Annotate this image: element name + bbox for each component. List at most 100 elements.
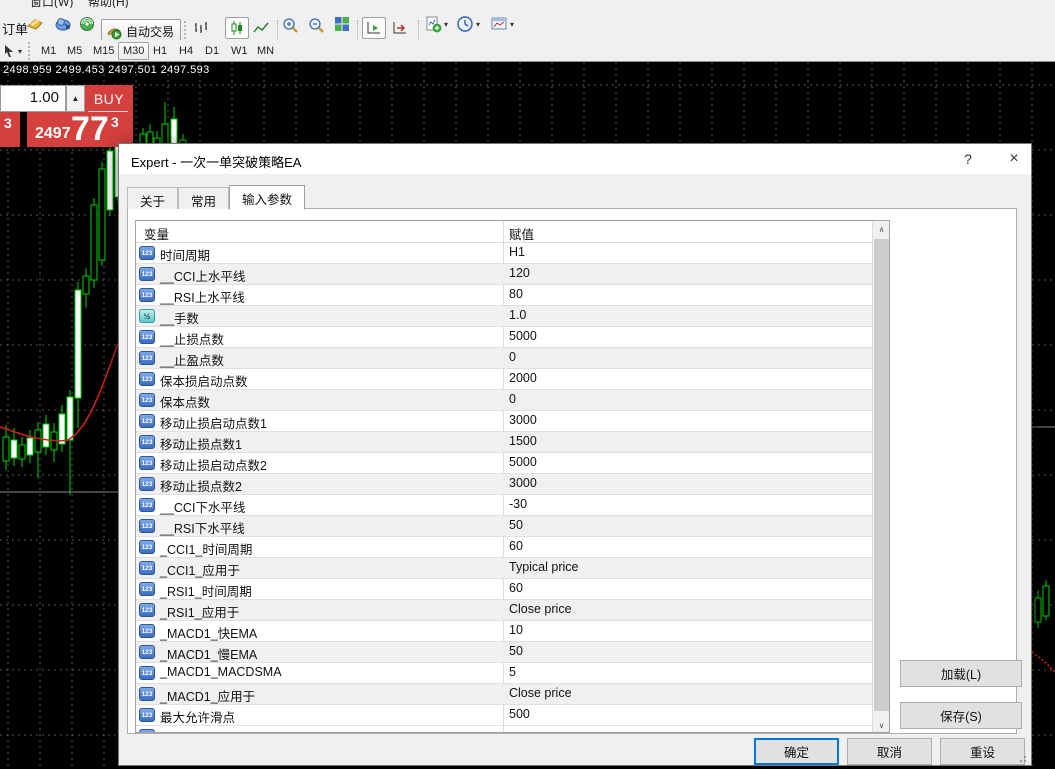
tab-common[interactable]: 常用 <box>178 187 230 209</box>
indicators-caret: ▾ <box>444 19 449 29</box>
deposit-icon[interactable] <box>26 15 44 33</box>
timeframe-d1[interactable]: D1 <box>200 42 224 60</box>
sell-price-fragment[interactable]: 3 <box>0 112 20 147</box>
parameter-value[interactable]: 10 <box>509 623 523 637</box>
table-row[interactable]: 123 最大允许滑点 500 <box>136 705 874 726</box>
timeframe-m1[interactable]: M1 <box>36 42 61 60</box>
table-row[interactable]: 123 __CCI下水平线 -30 <box>136 495 874 516</box>
parameter-value[interactable]: 0 <box>509 350 516 364</box>
table-row[interactable]: 123 _MACD1_慢EMA 50 <box>136 642 874 663</box>
timeframe-w1[interactable]: W1 <box>226 42 253 60</box>
tab-inputs[interactable]: 输入参数 <box>229 185 306 210</box>
timeframe-m5[interactable]: M5 <box>62 42 87 60</box>
parameter-value[interactable]: -30 <box>509 497 527 511</box>
parameter-value[interactable]: 60 <box>509 539 523 553</box>
parameter-value[interactable]: 0 <box>509 392 516 406</box>
auto-scroll-icon[interactable] <box>362 17 386 39</box>
parameter-value[interactable]: 50 <box>509 644 523 658</box>
parameter-value[interactable]: 80 <box>509 287 523 301</box>
table-row[interactable]: 123 移动止损点数2 3000 <box>136 474 874 495</box>
table-row[interactable]: 123 时间周期 H1 <box>136 243 874 264</box>
table-row[interactable]: 123 __RSI下水平线 50 <box>136 516 874 537</box>
parameter-value[interactable]: 60 <box>509 581 523 595</box>
save-button[interactable]: 保存(S) <box>900 702 1022 729</box>
parameter-value[interactable]: Close price <box>509 602 572 616</box>
periods-icon[interactable]: ▾ <box>456 15 480 33</box>
parameter-value[interactable]: 5 <box>509 665 516 679</box>
parameter-value[interactable]: 2000 <box>509 371 537 385</box>
parameter-value[interactable]: H1 <box>509 245 525 259</box>
table-row[interactable]: 123 移动止损启动点数2 5000 <box>136 453 874 474</box>
new-order-button[interactable]: 订单 <box>2 16 28 40</box>
table-row[interactable]: 123 _MACD1_应用于 Close price <box>136 684 874 705</box>
scrollbar-down-icon[interactable]: ∨ <box>873 717 889 732</box>
parameter-name: __CCI上水平线 <box>160 270 246 284</box>
candle-chart-icon[interactable] <box>225 17 249 39</box>
parameter-value[interactable]: 5000 <box>509 329 537 343</box>
lot-size-input[interactable]: 1.00 <box>0 85 66 112</box>
load-button[interactable]: 加载(L) <box>900 660 1022 687</box>
table-row[interactable]: 123 移动止损点数1 1500 <box>136 432 874 453</box>
parameter-value[interactable]: 50 <box>509 518 523 532</box>
scrollbar-thumb[interactable] <box>874 239 889 711</box>
timeframe-h4[interactable]: H4 <box>174 42 198 60</box>
publisher-icon[interactable] <box>54 15 72 33</box>
line-chart-icon[interactable] <box>250 17 272 39</box>
chart-shift-icon[interactable] <box>388 17 412 39</box>
table-row[interactable]: 123 __止盈点数 0 <box>136 348 874 369</box>
table-row[interactable]: 123 __CCI上水平线 120 <box>136 264 874 285</box>
integer-type-icon: 123 <box>139 435 155 449</box>
cancel-button[interactable]: 取消 <box>847 738 932 765</box>
parameter-value[interactable]: Close price <box>509 686 572 700</box>
parameter-name: 移动止损点数1 <box>160 438 242 452</box>
resize-grip[interactable] <box>1019 753 1029 763</box>
table-row[interactable]: 123 _CCI1_时间周期 60 <box>136 537 874 558</box>
ok-button[interactable]: 确定 <box>754 738 839 765</box>
tile-windows-icon[interactable] <box>333 15 351 33</box>
parameter-value[interactable]: 5000 <box>509 455 537 469</box>
parameter-value[interactable]: Typical price <box>509 560 578 574</box>
table-row[interactable]: 123 _CCI1_应用于 Typical price <box>136 558 874 579</box>
zoom-in-icon[interactable] <box>281 16 299 34</box>
parameter-value[interactable]: 3000 <box>509 413 537 427</box>
table-row[interactable]: 123 保本损启动点数 2000 <box>136 369 874 390</box>
parameter-value[interactable]: 500 <box>509 707 530 721</box>
table-row-partial[interactable]: 123 <box>136 726 874 732</box>
tab-about[interactable]: 关于 <box>127 187 179 209</box>
menu-help[interactable]: 帮助(H) <box>88 0 129 8</box>
parameter-value[interactable]: 1500 <box>509 434 537 448</box>
reset-button[interactable]: 重设 <box>940 738 1025 765</box>
timeframe-m15[interactable]: M15 <box>88 42 119 60</box>
zoom-out-icon[interactable] <box>307 16 325 34</box>
signals-icon[interactable] <box>78 15 96 33</box>
help-button[interactable]: ? <box>951 144 985 174</box>
bar-chart-icon[interactable] <box>190 17 212 39</box>
table-row[interactable]: 123 _RSI1_应用于 Close price <box>136 600 874 621</box>
table-row[interactable]: 123 保本点数 0 <box>136 390 874 411</box>
scrollbar-up-icon[interactable]: ∧ <box>873 221 889 238</box>
parameter-value[interactable]: 120 <box>509 266 530 280</box>
parameter-value[interactable]: 3000 <box>509 476 537 490</box>
buy-price-display[interactable]: 2497 77 3 <box>27 110 133 148</box>
timeframe-mn[interactable]: MN <box>252 42 279 60</box>
dialog-titlebar[interactable]: Expert - 一次一单突破策略EA ? × <box>119 144 1031 174</box>
lot-spinner-button[interactable]: ▲ <box>66 85 85 112</box>
table-row[interactable]: 123 _MACD1_MACDSMA 5 <box>136 663 874 684</box>
parameter-value[interactable]: 1.0 <box>509 308 526 322</box>
table-row[interactable]: 123 _MACD1_快EMA 10 <box>136 621 874 642</box>
templates-icon[interactable]: ▾ <box>490 15 514 33</box>
timeframe-m30[interactable]: M30 <box>118 42 150 60</box>
table-scrollbar[interactable]: ∧ ∨ <box>872 221 889 732</box>
table-row[interactable]: 123 移动止损启动点数1 3000 <box>136 411 874 432</box>
table-row[interactable]: 123 _RSI1_时间周期 60 <box>136 579 874 600</box>
close-icon[interactable]: × <box>997 144 1031 174</box>
table-row[interactable]: 123 __RSI上水平线 80 <box>136 285 874 306</box>
menu-window[interactable]: 窗口(W) <box>30 0 73 8</box>
table-row[interactable]: ½ __手数 1.0 <box>136 306 874 327</box>
buy-button[interactable]: BUY <box>85 85 133 112</box>
timeframe-h1[interactable]: H1 <box>148 42 172 60</box>
timeframes-toolbar: ▾ M1 M5 M15 M30 H1 H4 D1 W1 MN <box>0 40 1055 62</box>
table-row[interactable]: 123 __止损点数 5000 <box>136 327 874 348</box>
indicators-icon[interactable]: ▾ <box>424 15 448 33</box>
cursor-icon[interactable]: ▾ <box>2 42 22 60</box>
